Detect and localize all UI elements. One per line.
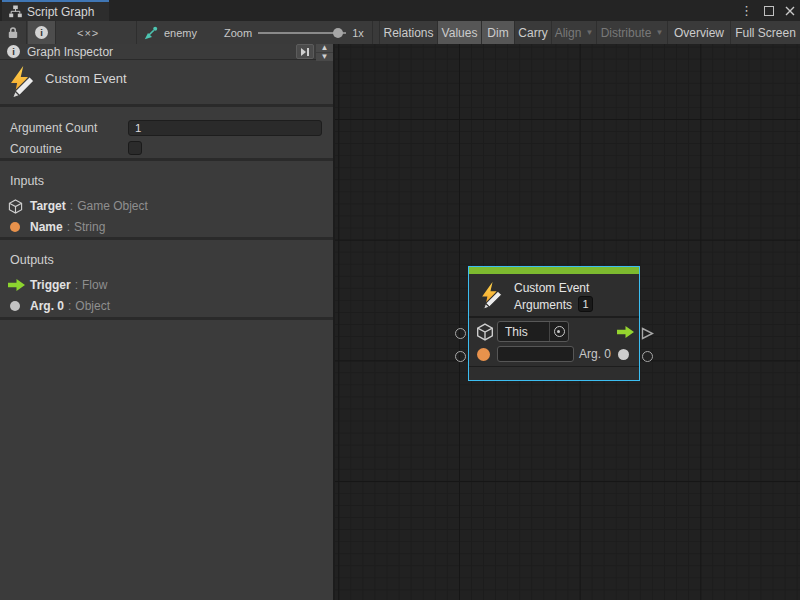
- lock-icon: [7, 26, 19, 39]
- target-dropdown[interactable]: This: [497, 321, 569, 342]
- scroll-spinner: ▲ ▼: [316, 44, 333, 60]
- port-type: Game Object: [77, 199, 148, 213]
- scroll-up-button[interactable]: ▲: [316, 44, 333, 52]
- outputs-title: Outputs: [10, 253, 54, 267]
- port-name: Arg. 0: [30, 299, 64, 313]
- code-icon: <×>: [77, 27, 99, 39]
- dropdown-arrow-icon: ▼: [655, 28, 663, 37]
- graph-canvas[interactable]: Custom Event Arguments 1 This Arg. 0: [335, 44, 800, 600]
- node-title: Custom Event: [514, 281, 589, 295]
- output-port-row: Trigger:Flow: [0, 277, 333, 293]
- distribute-button[interactable]: Distribute▼: [596, 21, 667, 44]
- output-port-row: Arg. 0:Object: [0, 298, 333, 314]
- tab-script-graph[interactable]: Script Graph: [2, 0, 109, 21]
- external-name-input-port[interactable]: [455, 351, 466, 362]
- input-port-row: Name:String: [0, 219, 333, 235]
- flow-output-port[interactable]: [617, 326, 634, 338]
- graph-breadcrumb[interactable]: enemy: [137, 21, 197, 44]
- info-icon: i: [7, 45, 20, 58]
- zoom-label: Zoom: [224, 27, 252, 39]
- custom-event-icon: [478, 282, 505, 310]
- window-menu-icon[interactable]: ⋮: [740, 0, 753, 21]
- object-picker-icon[interactable]: [549, 322, 568, 341]
- dropdown-arrow-icon: ▼: [585, 28, 593, 37]
- hide-inspector-button[interactable]: [296, 44, 314, 59]
- code-view-button[interactable]: <×>: [57, 21, 137, 44]
- full-screen-button[interactable]: Full Screen: [730, 21, 800, 44]
- node-body: This Arg. 0: [469, 318, 639, 366]
- outputs-section: Outputs Trigger:Flow Arg. 0:Object: [0, 243, 333, 320]
- string-port-icon: [10, 222, 20, 232]
- tab-bar: Script Graph ⋮: [0, 0, 800, 21]
- node-title-bar: [469, 267, 639, 274]
- node-header: Custom Event Arguments 1: [469, 274, 639, 318]
- custom-event-node[interactable]: Custom Event Arguments 1 This Arg. 0: [468, 266, 640, 381]
- relations-button[interactable]: Relations: [379, 21, 437, 44]
- arg0-output-port[interactable]: [618, 349, 629, 360]
- port-type: Flow: [82, 278, 107, 292]
- arg0-label: Arg. 0: [579, 347, 611, 361]
- coroutine-checkbox[interactable]: [128, 141, 142, 155]
- port-name: Target: [30, 199, 66, 213]
- window-close-icon[interactable]: [785, 6, 795, 16]
- scroll-down-button[interactable]: ▼: [316, 53, 333, 61]
- align-button[interactable]: Align▼: [551, 21, 596, 44]
- target-value: This: [498, 325, 549, 339]
- carry-button[interactable]: Carry: [514, 21, 551, 44]
- argument-count-input[interactable]: [128, 120, 322, 136]
- name-input-port[interactable]: [477, 348, 490, 361]
- values-button[interactable]: Values: [437, 21, 481, 44]
- object-port-icon: [10, 301, 20, 311]
- port-name: Name: [30, 220, 63, 234]
- argument-count-label: Argument Count: [10, 121, 97, 135]
- graph-inspector-title: Graph Inspector: [27, 45, 113, 59]
- window-controls: ⋮: [740, 0, 795, 21]
- flow-arrow-icon: [8, 279, 25, 291]
- unit-title-section: Custom Event: [0, 61, 333, 107]
- node-footer: [469, 366, 639, 376]
- graph-icon: [9, 5, 22, 18]
- external-arg0-output-port[interactable]: [642, 351, 653, 362]
- graph-name: enemy: [164, 27, 197, 39]
- dim-button[interactable]: Dim: [481, 21, 514, 44]
- info-icon: i: [35, 26, 48, 39]
- tab-title: Script Graph: [27, 5, 94, 19]
- lock-button[interactable]: [0, 21, 27, 44]
- inputs-title: Inputs: [10, 174, 44, 188]
- toolbar-buttons: Relations Values Dim Carry Align▼ Distri…: [379, 21, 800, 44]
- port-type: Object: [75, 299, 110, 313]
- graph-inspector-header: i Graph Inspector ▲ ▼: [0, 44, 333, 60]
- unit-fields-section: Argument Count Coroutine: [0, 110, 333, 161]
- node-arguments-label: Arguments: [514, 298, 572, 312]
- zoom-slider-handle[interactable]: [333, 28, 343, 38]
- name-input-field[interactable]: [497, 346, 574, 362]
- graph-pointer-icon: [144, 26, 158, 40]
- cube-icon: [476, 323, 494, 341]
- port-type: String: [74, 220, 105, 234]
- cube-icon: [8, 199, 23, 214]
- window-maximize-icon[interactable]: [764, 6, 774, 16]
- node-arguments-value[interactable]: 1: [578, 296, 593, 312]
- overview-button[interactable]: Overview: [667, 21, 730, 44]
- unit-title: Custom Event: [45, 71, 127, 86]
- custom-event-icon: [6, 66, 38, 99]
- external-flow-output-port[interactable]: [641, 327, 654, 340]
- inputs-section: Inputs Target:Game Object Name:String: [0, 164, 333, 240]
- coroutine-label: Coroutine: [10, 142, 62, 156]
- external-flow-input-port[interactable]: [455, 328, 466, 339]
- input-port-row: Target:Game Object: [0, 198, 333, 214]
- zoom-slider[interactable]: [258, 21, 350, 44]
- graph-inspector-panel: i Graph Inspector ▲ ▼ Custom Event Argum…: [0, 44, 335, 600]
- zoom-value: 1x: [352, 27, 364, 39]
- port-name: Trigger: [30, 278, 71, 292]
- zoom-control: Zoom 1x: [218, 21, 373, 44]
- script-graph-window: Script Graph ⋮ i <×>: [0, 0, 800, 600]
- graph-toolbar: i <×> enemy Zoom 1x Relations Values Dim: [0, 21, 800, 44]
- inspector-toggle-button[interactable]: i: [28, 21, 56, 44]
